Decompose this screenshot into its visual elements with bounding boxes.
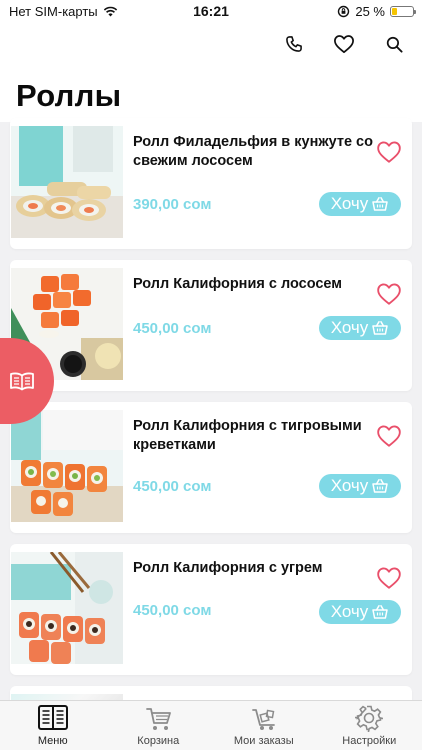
favorite-button[interactable]	[376, 140, 402, 164]
product-price: 450,00 сом	[133, 478, 212, 495]
add-to-cart-label: Хочу	[330, 602, 369, 621]
header-actions	[280, 30, 408, 58]
favorite-button[interactable]	[376, 566, 402, 590]
product-price: 450,00 сом	[133, 320, 212, 337]
wifi-icon	[103, 6, 117, 16]
status-right: 25 %	[337, 3, 416, 19]
add-to-cart-label: Хочу	[330, 476, 369, 495]
heart-icon	[377, 283, 401, 305]
favorites-button[interactable]	[330, 30, 358, 58]
tab-orders[interactable]: Мои заказы	[211, 701, 317, 750]
heart-icon	[377, 425, 401, 447]
delivery-cart-icon	[251, 709, 275, 730]
product-image	[11, 126, 123, 238]
carrier-label: Нет SIM-карты	[9, 3, 98, 19]
product-price: 390,00 сом	[133, 196, 212, 213]
battery-fill	[392, 7, 397, 15]
heart-icon	[377, 141, 401, 163]
tab-menu[interactable]: Меню	[0, 701, 106, 750]
add-to-cart-label: Хочу	[330, 194, 369, 213]
page-title: Роллы	[16, 78, 122, 113]
basket-icon	[372, 321, 389, 335]
product-name: Ролл Филадельфия в кунжуте со свежим лос…	[133, 134, 373, 169]
add-to-cart-button[interactable]: Хочу	[319, 474, 401, 498]
battery-percent: 25 %	[355, 3, 385, 19]
tab-orders-label: Мои заказы	[233, 735, 294, 747]
search-icon	[386, 36, 403, 53]
favorite-button[interactable]	[376, 424, 402, 448]
favorite-button[interactable]	[376, 282, 402, 306]
product-card[interactable]: Ролл Калифорния с лососем 450,00 сом Хоч…	[10, 260, 412, 391]
search-button[interactable]	[380, 30, 408, 58]
product-card[interactable]: Ролл Калифорния с угрем 450,00 сом Хочу	[10, 544, 412, 675]
product-name: Ролл Калифорния с лососем	[133, 276, 343, 292]
call-button[interactable]	[280, 30, 308, 58]
basket-icon	[372, 479, 389, 493]
product-image	[11, 552, 123, 664]
phone-icon	[286, 36, 302, 52]
header: Роллы	[0, 22, 422, 122]
add-to-cart-button[interactable]: Хочу	[319, 600, 401, 624]
orientation-lock-icon	[338, 5, 350, 17]
menu-book-icon	[37, 705, 68, 730]
tab-cart[interactable]: Корзина	[106, 701, 212, 750]
product-price: 450,00 сом	[133, 602, 212, 619]
tab-bar: Меню Корзина Мои заказы Настройки	[0, 700, 422, 750]
tab-settings[interactable]: Настройки	[317, 701, 422, 750]
tab-menu-label: Меню	[37, 735, 68, 747]
product-name: Ролл Калифорния с угрем	[133, 560, 323, 576]
cart-icon	[146, 708, 172, 730]
tab-settings-label: Настройки	[342, 735, 397, 747]
heart-icon	[377, 567, 401, 589]
battery-icon	[390, 5, 416, 17]
product-image	[11, 410, 123, 522]
heart-icon	[334, 35, 354, 54]
product-card[interactable]: Ролл Калифорния с тигровыми креветками 4…	[10, 402, 412, 533]
add-to-cart-button[interactable]: Хочу	[319, 316, 401, 340]
product-name: Ролл Калифорния с тигровыми креветками	[133, 418, 362, 453]
status-left: Нет SIM-карты	[9, 4, 118, 19]
add-to-cart-label: Хочу	[330, 318, 369, 337]
add-to-cart-button[interactable]: Хочу	[319, 192, 401, 216]
menu-book-icon	[10, 372, 34, 391]
basket-icon	[372, 197, 389, 211]
gear-icon	[355, 705, 384, 732]
product-card[interactable]: Ролл Филадельфия в кунжуте со свежим лос…	[10, 118, 412, 249]
status-bar: Нет SIM-карты 16:21 25 %	[0, 0, 422, 22]
tab-cart-label: Корзина	[137, 735, 180, 747]
basket-icon	[372, 605, 389, 619]
